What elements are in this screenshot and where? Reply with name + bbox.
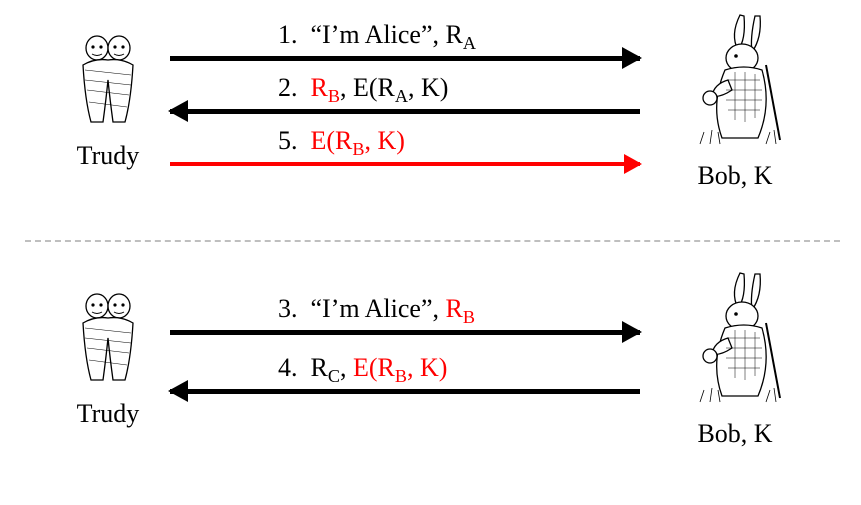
sep: , — [433, 20, 446, 49]
bob-rabbit-image-icon — [680, 268, 790, 415]
trudy-top: Trudy — [58, 30, 158, 171]
trudy-image-icon — [73, 288, 143, 395]
RA-A: A — [395, 86, 408, 106]
bob-key: , K — [741, 161, 773, 190]
RC-C: C — [328, 366, 340, 386]
bob-name: Bob — [697, 419, 740, 448]
bob-key: , K — [741, 419, 773, 448]
msg1-num: 1. — [278, 20, 298, 49]
bob-rabbit-image-icon — [680, 10, 790, 157]
RB-red-B: B — [463, 307, 475, 327]
sep: , — [340, 73, 353, 102]
RA-R: R — [378, 73, 395, 102]
sep: , — [340, 353, 353, 382]
K-close: , K) — [407, 353, 447, 382]
RB-red-R: R — [446, 294, 463, 323]
quote-close: ” — [421, 294, 433, 323]
msg3-label: 3. “I’m Alice”, RB — [278, 296, 475, 322]
msg2-label: 2. RB, E(RA, K) — [278, 75, 448, 101]
arrow-head-right-icon — [622, 321, 642, 343]
arrow-head-right-icon — [624, 154, 642, 174]
protocol-diagram: Trudy — [0, 0, 861, 505]
arrow-head-left-icon — [168, 380, 188, 402]
bob-name: Bob — [697, 161, 740, 190]
RC-R: R — [311, 353, 328, 382]
arrow-line-icon — [170, 389, 640, 394]
trudy-image-icon — [73, 30, 143, 137]
R: R — [335, 126, 352, 155]
msg4-num: 4. — [278, 353, 298, 382]
E-open: E( — [353, 73, 378, 102]
K-close: , K) — [365, 126, 405, 155]
msg1-text: I’m Alice — [322, 20, 421, 49]
K-close: , K) — [408, 73, 448, 102]
arrow-head-left-icon — [168, 100, 188, 122]
trudy-bottom-label: Trudy — [58, 399, 158, 429]
sub-B: B — [395, 366, 407, 386]
bob-bottom: Bob, K — [650, 268, 820, 449]
R: R — [446, 20, 463, 49]
trudy-top-label: Trudy — [58, 141, 158, 171]
R: R — [378, 353, 395, 382]
msg5-num: 5. — [278, 126, 298, 155]
sub-B: B — [352, 139, 364, 159]
msg2-num: 2. — [278, 73, 298, 102]
msg3-text: I’m Alice — [322, 294, 421, 323]
arrow-line-icon — [170, 162, 640, 166]
msg4-label: 4. RC, E(RB, K) — [278, 355, 447, 381]
sep: , — [433, 294, 446, 323]
trudy-bottom: Trudy — [58, 288, 158, 429]
quote-close: ” — [421, 20, 433, 49]
bob-top-label: Bob, K — [650, 161, 820, 191]
RB-red-B: B — [328, 86, 340, 106]
arrow-head-right-icon — [622, 47, 642, 69]
quote-open: “ — [311, 20, 323, 49]
quote-open: “ — [311, 294, 323, 323]
msg3-num: 3. — [278, 294, 298, 323]
bob-top: Bob, K — [650, 10, 820, 191]
msg1-label: 1. “I’m Alice”, RA — [278, 22, 476, 48]
msg5-label: 5. E(RB, K) — [278, 128, 405, 154]
session-divider — [25, 240, 840, 242]
E-open: E( — [353, 353, 378, 382]
E-open: E( — [311, 126, 336, 155]
bob-bottom-label: Bob, K — [650, 419, 820, 449]
RB-red-R: R — [311, 73, 328, 102]
arrow-line-icon — [170, 109, 640, 114]
sub-A: A — [463, 33, 476, 53]
arrow-line-icon — [170, 56, 640, 61]
arrow-line-icon — [170, 330, 640, 335]
